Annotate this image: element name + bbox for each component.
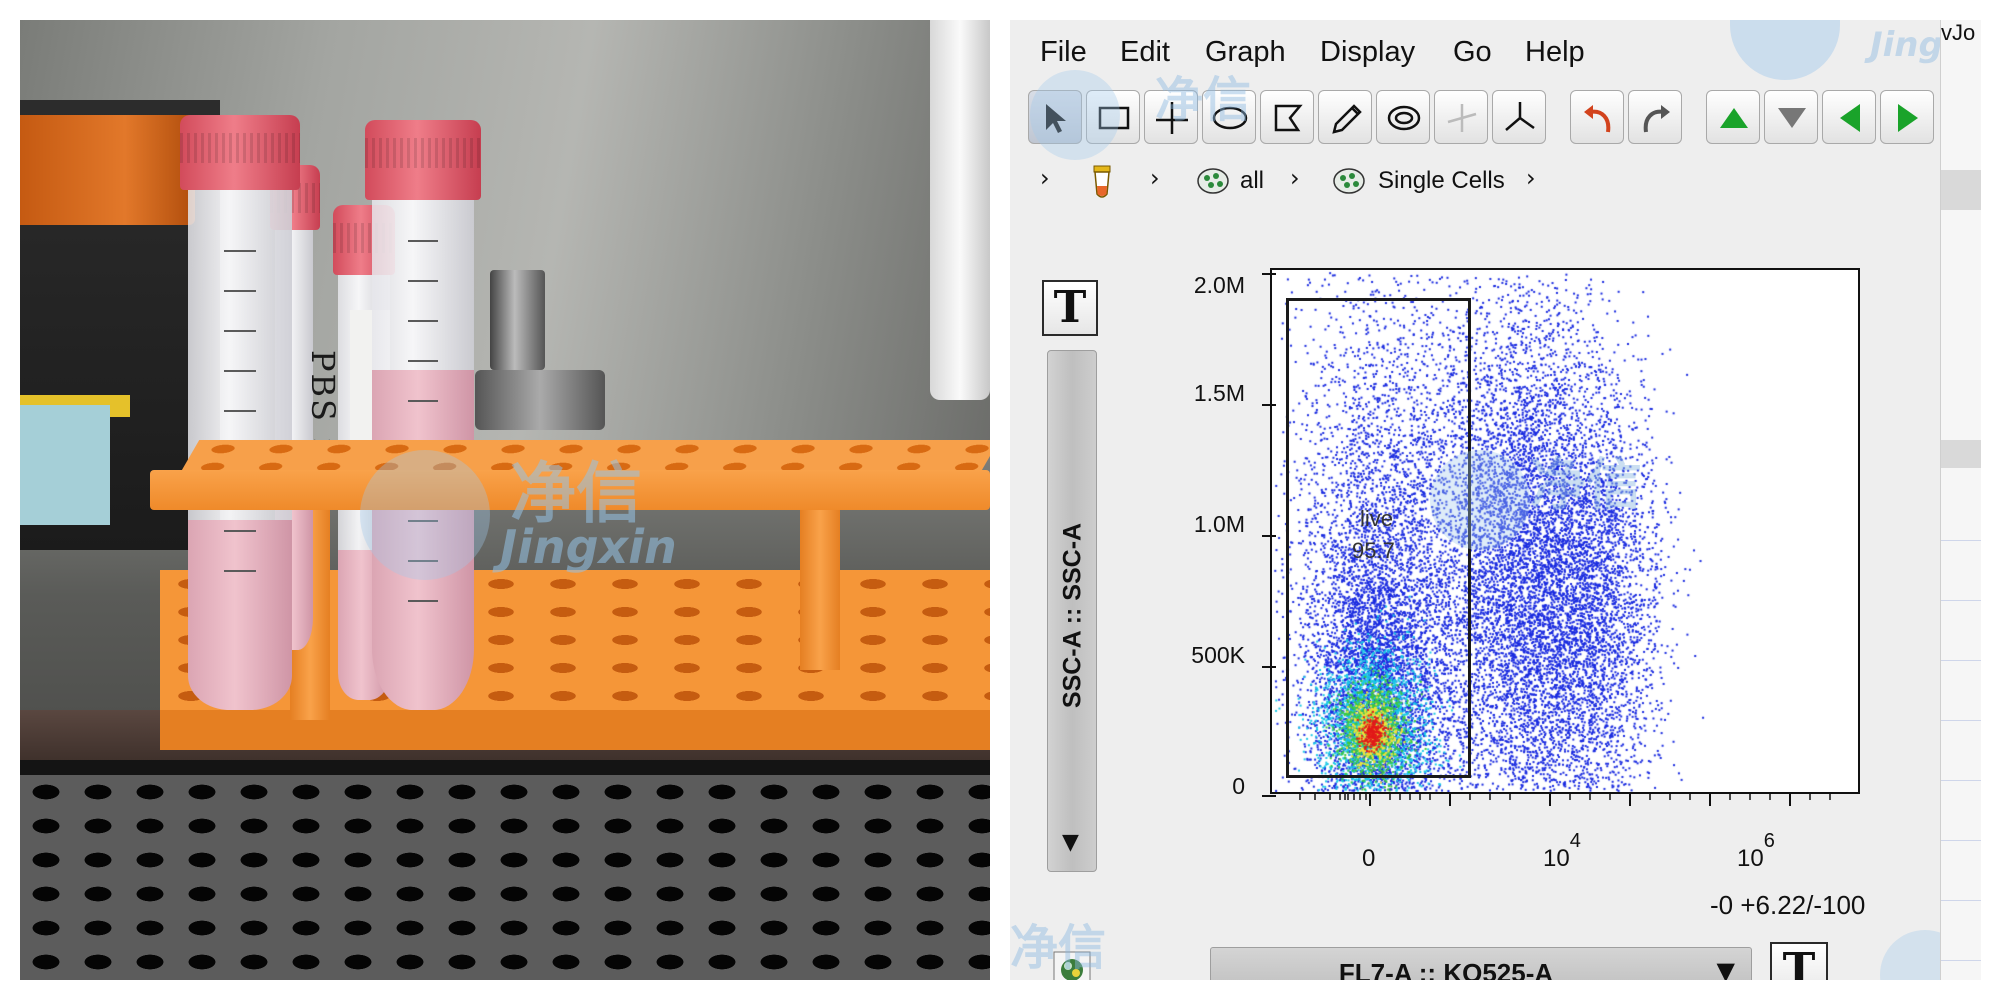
x-axis-title-button[interactable]: T xyxy=(1770,942,1828,980)
watermark-logo-icon xyxy=(1430,450,1530,550)
move-left-button[interactable] xyxy=(1822,90,1876,144)
freehand-gate-button[interactable] xyxy=(1318,90,1372,144)
redo-icon xyxy=(1643,105,1670,133)
watermark-logo-icon xyxy=(1030,70,1120,160)
blue-box xyxy=(20,405,110,525)
flowjo-window: File Edit Graph Display Go Help › › all … xyxy=(1010,20,1940,980)
crosshair-icon xyxy=(1447,104,1477,132)
move-right-button[interactable] xyxy=(1880,90,1934,144)
breadcrumb-separator: › xyxy=(1040,164,1050,192)
x-tick-label: 0 xyxy=(1362,845,1376,872)
orange-box xyxy=(20,115,195,225)
lab-photo: PBS × 净信 Jingxin xyxy=(20,20,990,980)
tube-rack-leg xyxy=(800,490,840,670)
y-axis-selector[interactable]: SSC-A :: SSC-A ▼ xyxy=(1047,350,1097,872)
crosshair-button[interactable] xyxy=(1434,90,1488,144)
breadcrumb-all[interactable]: all xyxy=(1240,167,1264,195)
up-arrow-icon xyxy=(1720,108,1748,128)
gate-name: live xyxy=(1360,506,1394,531)
background-window: vJo xyxy=(1940,20,1981,980)
breadcrumb-separator: › xyxy=(1290,164,1300,192)
population-icon xyxy=(1333,168,1365,194)
polygon-gate-icon xyxy=(1274,104,1303,132)
tube-cap xyxy=(180,115,300,190)
breadcrumb: › › all › Single Cells › xyxy=(1010,160,1940,204)
watermark-cn: 净信 xyxy=(1155,72,1252,128)
background-window-title: vJo xyxy=(1941,20,1976,45)
steel-base xyxy=(475,370,605,430)
x-tick-label: 106 xyxy=(1737,830,1775,872)
freehand-gate-icon xyxy=(1332,104,1362,134)
watermark-en: Jingxin xyxy=(500,520,677,574)
y-axis-label: SSC-A :: SSC-A xyxy=(1058,522,1087,709)
watermark-cn: 净信 xyxy=(1010,920,1107,976)
y-tick-label: 1.0M xyxy=(1193,511,1245,537)
breadcrumb-separator: › xyxy=(1526,164,1536,192)
x-axis-selector[interactable]: FL7-A :: KO525-A ▼ xyxy=(1210,947,1752,980)
spider-gate-button[interactable] xyxy=(1376,90,1430,144)
gate-percent: 95.7 xyxy=(1352,538,1395,563)
y-axis-dropdown-icon: ▼ xyxy=(1062,830,1079,855)
background-band xyxy=(1941,170,1981,210)
tri-gate-icon xyxy=(1505,102,1535,131)
y-axis-ticks xyxy=(1262,273,1276,797)
steel-weight xyxy=(490,270,545,370)
menu-file[interactable]: File xyxy=(1040,36,1087,69)
breadcrumb-separator: › xyxy=(1150,164,1160,192)
tri-gate-button[interactable] xyxy=(1492,90,1546,144)
menu-display[interactable]: Display xyxy=(1320,36,1415,69)
redo-button[interactable] xyxy=(1628,90,1682,144)
spider-gate-icon xyxy=(1387,105,1421,131)
undo-icon xyxy=(1584,105,1611,133)
y-axis-title-button[interactable]: T xyxy=(1042,280,1098,336)
y-tick-label: 500K xyxy=(1191,642,1245,668)
x-axis-dropdown-icon: ▼ xyxy=(1716,957,1735,980)
move-up-button[interactable] xyxy=(1706,90,1760,144)
perforated-surface xyxy=(20,775,990,980)
plot-area: T SSC-A :: SSC-A ▼ 2.0M 1.5M 1.0M 500K 0… xyxy=(1010,220,1940,980)
menu-go[interactable]: Go xyxy=(1453,36,1492,69)
population-icon xyxy=(1197,168,1229,194)
background-band xyxy=(1941,440,1981,468)
pipette xyxy=(930,20,990,400)
left-arrow-icon xyxy=(1840,104,1860,132)
t-icon: T xyxy=(1053,282,1087,333)
undo-button[interactable] xyxy=(1570,90,1624,144)
tube-cap xyxy=(365,120,481,200)
toolbar xyxy=(1010,90,1940,150)
x-axis-ticks xyxy=(1299,792,1831,806)
watermark-cn: 净信 xyxy=(1530,453,1642,518)
tube-rack-base xyxy=(160,710,990,750)
breadcrumb-single-cells[interactable]: Single Cells xyxy=(1378,167,1505,195)
watermark-en: Jingxin xyxy=(1870,25,1940,65)
x-tick-label: 104 xyxy=(1543,830,1581,872)
tube-icon[interactable] xyxy=(1088,164,1116,200)
y-tick-label: 1.5M xyxy=(1193,380,1245,406)
polygon-gate-button[interactable] xyxy=(1260,90,1314,144)
watermark-logo-icon xyxy=(360,450,490,580)
y-tick-label: 0 xyxy=(1232,773,1245,799)
y-tick-label: 2.0M xyxy=(1193,272,1245,298)
axis-scale-info: -0 +6.22/-100 xyxy=(1710,890,1866,920)
menu-help[interactable]: Help xyxy=(1525,36,1585,69)
dot-plot[interactable]: live 95.7 xyxy=(1270,268,1860,794)
t-icon: T xyxy=(1782,944,1816,980)
move-down-button[interactable] xyxy=(1764,90,1818,144)
down-arrow-icon xyxy=(1778,108,1806,128)
x-axis-label: FL7-A :: KO525-A xyxy=(1338,958,1554,980)
right-arrow-icon xyxy=(1898,104,1918,132)
